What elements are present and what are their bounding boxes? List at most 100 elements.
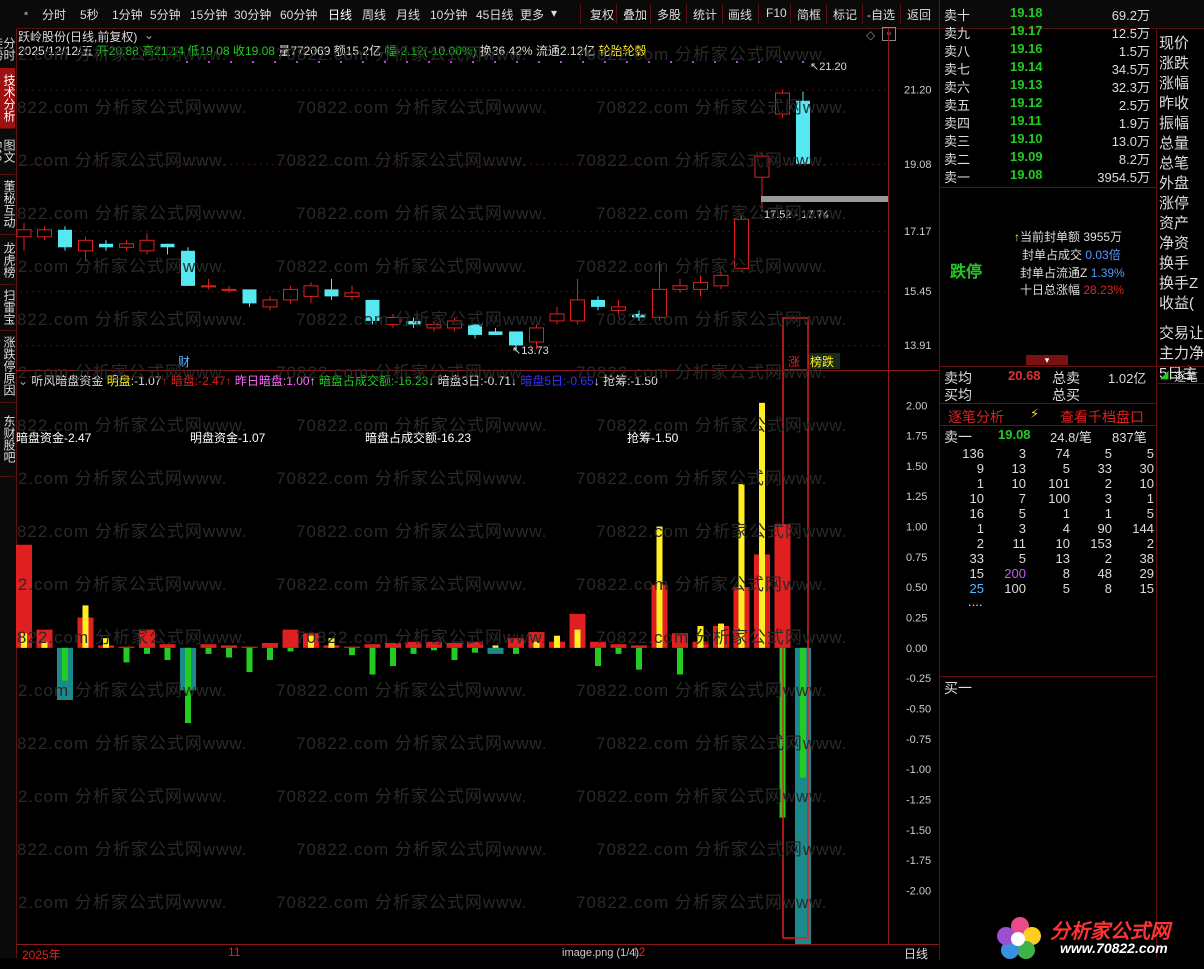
left-nav-item-0[interactable]: 分时走势 — [0, 30, 16, 69]
indicator-bar[interactable] — [754, 402, 770, 648]
toolbar-right-item-4[interactable]: 画线 — [728, 6, 752, 23]
toolbar-item-8[interactable]: 周线 — [362, 6, 386, 23]
toolbar-right-item-1[interactable]: 叠加 — [623, 6, 647, 23]
candle[interactable] — [591, 296, 605, 311]
candle[interactable] — [611, 299, 626, 314]
toolbar-right-item-8[interactable]: -自选 — [867, 6, 895, 23]
candle[interactable] — [652, 261, 667, 321]
toolbar-item-7[interactable]: 日线 — [328, 6, 352, 23]
indicator-bar[interactable] — [569, 613, 586, 648]
candle[interactable] — [734, 215, 749, 272]
toolbar-item-10[interactable]: 10分钟 — [430, 6, 467, 23]
indicator-bar[interactable] — [16, 544, 32, 648]
candle[interactable] — [426, 320, 442, 332]
indicator-bar[interactable] — [651, 526, 668, 648]
indicator-bar[interactable] — [36, 629, 53, 648]
candle[interactable] — [99, 240, 113, 251]
candle[interactable] — [283, 285, 298, 304]
candle[interactable] — [242, 289, 257, 307]
indicator-bar[interactable] — [303, 633, 319, 648]
indicator-bar[interactable] — [385, 642, 401, 667]
indicator-bar[interactable] — [549, 635, 565, 648]
indicator-bar[interactable] — [159, 644, 176, 660]
toolbar-item-3[interactable]: 5分钟 — [150, 6, 181, 23]
candle[interactable] — [796, 91, 810, 164]
left-nav-item-6[interactable]: 涨跌停原因 — [0, 330, 16, 403]
candle[interactable] — [406, 317, 421, 328]
collapse-arrow-icon[interactable]: ▾ — [1026, 355, 1068, 365]
candle[interactable] — [549, 306, 565, 325]
candle[interactable] — [365, 299, 380, 325]
candlestick-plot[interactable]: 21.20 19.08 17.17 15.45 13.91 17.52 - 17.74 ↖2… — [16, 28, 939, 370]
indicator-bar[interactable] — [528, 632, 545, 648]
indicator-bar[interactable] — [733, 484, 750, 648]
toolbar-right-item-6[interactable]: 简框 — [797, 6, 821, 23]
toolbar-item-2[interactable]: 1分钟 — [112, 6, 143, 23]
candle[interactable] — [262, 296, 278, 311]
indicator-bar[interactable] — [426, 641, 442, 651]
indicator-bar[interactable] — [590, 641, 606, 667]
indicator-bar[interactable] — [672, 633, 688, 675]
indicator-bar[interactable] — [487, 645, 504, 654]
candle[interactable] — [160, 243, 175, 255]
indicator-bar[interactable] — [446, 642, 463, 660]
toolbar-item-12[interactable]: 更多 — [520, 6, 544, 23]
indicator-bar[interactable] — [610, 644, 627, 654]
indicator-bar[interactable] — [139, 629, 155, 654]
left-nav-item-2[interactable]: 图文F10 — [0, 128, 16, 175]
candle[interactable] — [754, 152, 770, 213]
toolbar-item-9[interactable]: 月线 — [396, 6, 420, 23]
indicator-bar-plot[interactable]: 2.00 1.75 1.50 1.25 1.00 0.75 0.50 0.25 0.00 -0.2… — [16, 371, 939, 945]
left-nav-item-7[interactable]: 东财股吧 — [0, 402, 16, 477]
toolbar-right-item-9[interactable]: 返回 — [907, 6, 931, 23]
candle[interactable] — [713, 271, 729, 290]
indicator-bar[interactable] — [364, 644, 381, 675]
indicator-bar[interactable] — [405, 641, 422, 654]
indicator-bar[interactable] — [692, 626, 709, 648]
candle[interactable] — [570, 278, 585, 325]
indicator-bar[interactable] — [323, 638, 340, 648]
toolbar-item-0[interactable]: 分时 — [42, 6, 66, 23]
indicator-bar[interactable] — [241, 646, 258, 673]
left-nav-item-4[interactable]: 龙虎榜 — [0, 236, 16, 285]
indicator-bar[interactable] — [221, 645, 237, 658]
left-nav-item-5[interactable]: 扫雷宝 — [0, 284, 16, 331]
toolbar-right-item-7[interactable]: 标记 — [833, 6, 857, 23]
candle[interactable] — [78, 236, 93, 262]
indicator-bar[interactable] — [180, 647, 196, 724]
indicator-bar[interactable] — [282, 629, 299, 652]
zhubi-header[interactable]: ◢ 逐笔 — [1158, 366, 1204, 384]
candle[interactable] — [632, 310, 646, 321]
sub-chart[interactable]: ⌄ 听风暗盘资金 明盘:-1.07↑ 暗盘:-2.47↑ 昨日暗盘:1.00↑ … — [16, 370, 939, 945]
candle[interactable] — [468, 324, 482, 339]
candle[interactable] — [693, 275, 708, 297]
toolbar-item-11[interactable]: 45日线 — [476, 6, 513, 23]
candle[interactable] — [58, 226, 72, 251]
indicator-bar[interactable] — [57, 647, 73, 700]
indicator-bar[interactable] — [200, 644, 217, 654]
indicator-bar[interactable] — [467, 641, 483, 653]
candle[interactable] — [324, 278, 339, 300]
toolbar-item-1[interactable]: 5秒 — [80, 6, 99, 23]
main-chart[interactable]: 跃岭股份(日线,前复权) ⌄ ◇ ▫ 2025/12/12/五 开20.88 高… — [16, 27, 939, 370]
toolbar-right-item-2[interactable]: 多股 — [657, 6, 681, 23]
left-nav-item-3[interactable]: 董秘互动 — [0, 174, 16, 235]
indicator-bar[interactable] — [713, 623, 729, 648]
toolbar-item-5[interactable]: 30分钟 — [234, 6, 271, 23]
indicator-bar[interactable] — [77, 605, 94, 648]
candle[interactable] — [775, 89, 790, 118]
candle[interactable] — [447, 317, 462, 332]
candle[interactable] — [344, 285, 360, 300]
candle[interactable] — [119, 240, 134, 251]
indicator-bar[interactable] — [344, 646, 360, 656]
tab-qiandang[interactable]: 查看千档盘口 — [1060, 407, 1144, 427]
indicator-bar[interactable] — [508, 638, 524, 654]
candle[interactable] — [672, 278, 688, 293]
candle[interactable] — [16, 222, 32, 251]
toolbar-item-6[interactable]: 60分钟 — [280, 6, 317, 23]
toolbar-toggle-icon[interactable]: ▪ — [24, 6, 28, 20]
indicator-bar[interactable] — [262, 642, 278, 660]
period-label[interactable]: 日线 — [904, 945, 928, 962]
toolbar-right-item-5[interactable]: F10 — [766, 6, 787, 20]
indicator-bar[interactable] — [98, 638, 114, 648]
